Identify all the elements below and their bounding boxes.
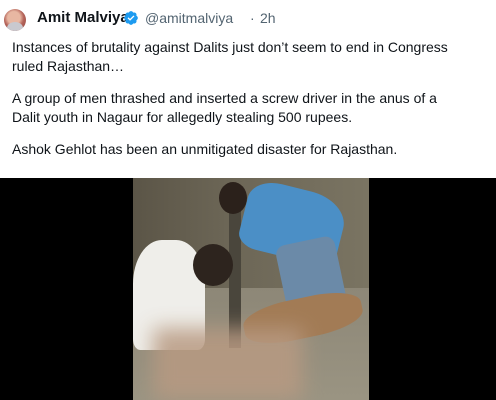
tweet-header: Amit Malviya @amitmalviya · 2h xyxy=(0,0,496,36)
verified-badge-icon xyxy=(124,11,138,25)
figure-white-head xyxy=(193,244,233,286)
tweet-paragraph: Ashok Gehlot has been an unmitigated dis… xyxy=(12,141,398,157)
tweet-card[interactable]: Amit Malviya @amitmalviya · 2h Instances… xyxy=(0,0,496,400)
author-name[interactable]: Amit Malviya xyxy=(37,9,129,26)
tweet-text: Instances of brutality against Dalits ju… xyxy=(12,38,488,172)
timestamp[interactable]: 2h xyxy=(260,10,276,26)
separator-dot: · xyxy=(250,10,255,26)
author-handle[interactable]: @amitmalviya xyxy=(145,10,233,26)
tweet-paragraph: Instances of brutality against Dalits ju… xyxy=(12,39,448,74)
figure-blue-head xyxy=(219,182,247,214)
tweet-paragraph: A group of men thrashed and inserted a s… xyxy=(12,90,437,125)
blurred-region xyxy=(153,328,303,400)
video-frame[interactable] xyxy=(133,178,369,400)
video-player[interactable] xyxy=(0,178,496,400)
avatar[interactable] xyxy=(4,9,26,31)
